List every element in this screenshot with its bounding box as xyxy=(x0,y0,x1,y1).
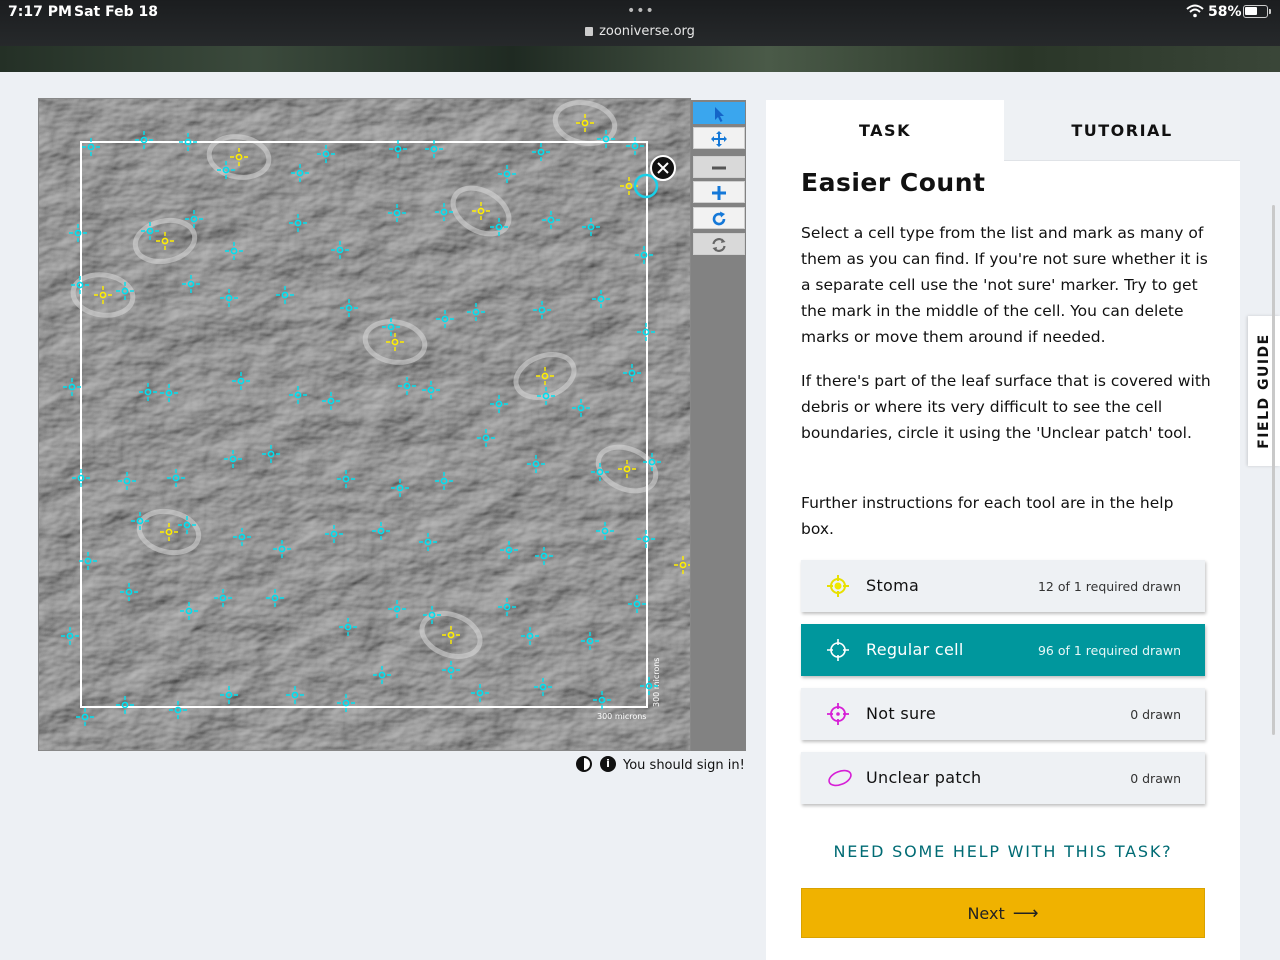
crosshair-icon xyxy=(827,703,849,725)
rotate-button[interactable] xyxy=(693,207,745,229)
task-instructions-2: If there's part of the leaf surface that… xyxy=(801,372,1211,442)
tab-task[interactable]: TASK xyxy=(766,100,1004,161)
help-link[interactable]: NEED SOME HELP WITH THIS TASK? xyxy=(766,842,1240,861)
status-date: Sat Feb 18 xyxy=(74,4,158,20)
tool-option-regular-cell[interactable]: Regular cell 96 of 1 required drawn xyxy=(801,624,1205,676)
zoom-out-button[interactable] xyxy=(693,156,745,178)
arrow-right-icon: ⟶ xyxy=(1012,902,1039,924)
ellipse-icon xyxy=(828,769,852,787)
scale-label-horizontal: 300 microns xyxy=(597,712,646,721)
tool-option-unclear-patch[interactable]: Unclear patch 0 drawn xyxy=(801,752,1205,804)
battery-percent: 58% xyxy=(1208,4,1242,20)
battery-fill xyxy=(1245,7,1257,15)
annotate-button[interactable] xyxy=(693,102,745,124)
task-panel: TASK TUTORIAL Easier Count Select a cell… xyxy=(766,100,1240,960)
wifi-icon xyxy=(1186,4,1204,18)
subject-viewer[interactable]: 300 microns 300 microns xyxy=(38,98,691,751)
next-label: Next xyxy=(967,903,1005,923)
reset-button[interactable] xyxy=(693,233,745,255)
field-guide-tab[interactable]: FIELD GUIDE xyxy=(1248,316,1280,466)
crosshair-icon xyxy=(827,575,849,597)
task-instructions-3: Further instructions for each tool are i… xyxy=(801,494,1174,538)
tool-count: 0 drawn xyxy=(1130,771,1181,786)
image-texture xyxy=(39,99,690,750)
project-banner xyxy=(0,46,1280,72)
tool-label: Unclear patch xyxy=(866,768,982,787)
leaf-surface-image[interactable]: 300 microns 300 microns xyxy=(39,99,690,750)
tool-label: Regular cell xyxy=(866,640,964,659)
sign-in-notice[interactable]: You should sign in! xyxy=(623,758,745,773)
info-icon[interactable]: i xyxy=(600,756,616,772)
tool-option-stoma[interactable]: Stoma 12 of 1 required drawn xyxy=(801,560,1205,612)
rotate-icon xyxy=(712,211,726,226)
move-arrows-icon xyxy=(711,131,727,147)
plus-icon xyxy=(712,186,726,200)
task-title: Easier Count xyxy=(801,168,986,197)
tool-count: 96 of 1 required drawn xyxy=(1037,643,1181,658)
ios-status-bar: 7:17 PM Sat Feb 18 ••• zooniverse.org 58… xyxy=(0,0,1280,46)
tool-label: Not sure xyxy=(866,704,937,723)
lock-icon xyxy=(585,27,594,36)
refresh-icon xyxy=(712,238,726,252)
tool-label: Stoma xyxy=(866,576,920,595)
scale-label-vertical: 300 microns xyxy=(652,658,661,707)
task-instructions-1: Select a cell type from the list and mar… xyxy=(801,224,1208,346)
pointer-arrow-icon xyxy=(715,107,724,122)
field-guide-label: FIELD GUIDE xyxy=(1256,333,1272,449)
delete-mark-icon[interactable] xyxy=(650,155,676,181)
url-text: zooniverse.org xyxy=(599,24,695,39)
pan-button[interactable] xyxy=(693,127,745,149)
page-scrollbar[interactable] xyxy=(1272,205,1275,735)
next-button[interactable]: Next ⟶ xyxy=(801,888,1205,938)
tool-option-not-sure[interactable]: Not sure 0 drawn xyxy=(801,688,1205,740)
viewer-toolbar xyxy=(691,100,746,751)
invert-contrast-icon[interactable] xyxy=(576,756,592,772)
tab-overview-dots-icon[interactable]: ••• xyxy=(627,4,655,18)
battery-icon xyxy=(1243,5,1271,18)
zoom-in-button[interactable] xyxy=(693,181,745,203)
tab-tutorial[interactable]: TUTORIAL xyxy=(1004,100,1240,161)
minus-icon xyxy=(712,166,726,170)
address-bar[interactable]: zooniverse.org xyxy=(0,24,1280,39)
tool-count: 12 of 1 required drawn xyxy=(1037,579,1181,594)
status-time: 7:17 PM xyxy=(8,4,72,20)
tool-count: 0 drawn xyxy=(1130,707,1181,722)
crosshair-icon xyxy=(827,639,849,661)
